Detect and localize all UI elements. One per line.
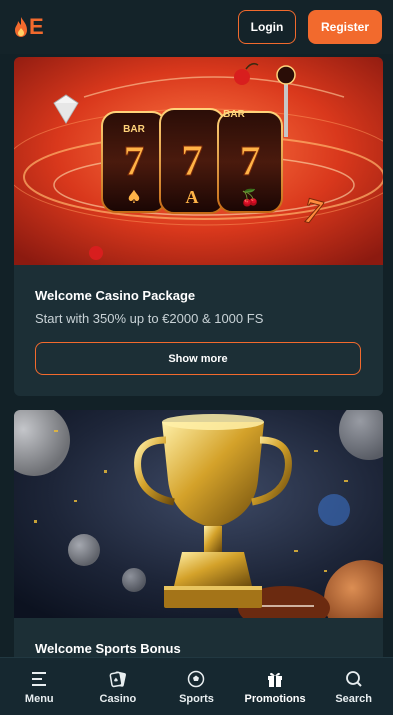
nav-menu[interactable]: Menu — [4, 669, 74, 705]
nav-sports[interactable]: Sports — [161, 669, 231, 705]
bottom-navigation: Menu ♠ Casino Sports Promotions Search — [0, 657, 393, 715]
svg-text:BAR: BAR — [123, 124, 145, 135]
search-icon — [344, 669, 364, 689]
promo-card-sports: Welcome Sports Bonus — [14, 410, 383, 690]
flame-logo-icon — [15, 17, 27, 37]
soccer-ball-icon — [186, 669, 206, 689]
top-header: E Login Register — [0, 0, 393, 54]
sports-promo-body: Welcome Sports Bonus — [14, 618, 383, 656]
nav-label: Casino — [99, 692, 137, 705]
slot-machine-illustration: BAR BAR 7 7 7 ♠ A 🍒 7 — [14, 57, 383, 265]
svg-text:A: A — [186, 187, 199, 207]
show-more-button[interactable]: Show more — [35, 342, 361, 375]
nav-promotions[interactable]: Promotions — [240, 669, 310, 705]
app-root: E Login Register BAR BAR 7 7 7 ♠ A 🍒 7 W… — [0, 0, 393, 715]
sports-promo-image — [14, 410, 383, 618]
promo-card-casino: BAR BAR 7 7 7 ♠ A 🍒 7 Welcome Casino Pac… — [14, 57, 383, 396]
svg-text:7: 7 — [240, 139, 261, 185]
nav-search[interactable]: Search — [319, 669, 389, 705]
casino-promo-body: Welcome Casino Package Start with 350% u… — [14, 265, 383, 375]
svg-text:BAR: BAR — [223, 109, 245, 120]
register-button[interactable]: Register — [308, 10, 382, 44]
svg-text:♠: ♠ — [113, 677, 118, 684]
svg-text:7: 7 — [181, 136, 203, 185]
svg-text:🍒: 🍒 — [240, 188, 260, 207]
nav-casino[interactable]: ♠ Casino — [83, 669, 153, 705]
promo-title: Welcome Sports Bonus — [35, 641, 181, 656]
gift-icon — [265, 669, 285, 689]
menu-icon — [29, 669, 49, 689]
login-button[interactable]: Login — [238, 10, 296, 44]
nav-label: Menu — [24, 692, 54, 705]
nav-label: Promotions — [244, 692, 306, 705]
svg-text:7: 7 — [124, 139, 145, 185]
site-logo[interactable]: E — [14, 14, 44, 40]
promo-subtitle: Start with 350% up to €2000 & 1000 FS — [35, 311, 264, 326]
svg-text:♠: ♠ — [126, 187, 142, 208]
header-actions: Login Register — [238, 10, 382, 44]
logo-letter: E — [29, 14, 44, 39]
trophy-illustration — [14, 410, 383, 618]
nav-label: Search — [335, 692, 373, 705]
casino-promo-image: BAR BAR 7 7 7 ♠ A 🍒 7 — [14, 57, 383, 265]
promo-title: Welcome Casino Package — [35, 288, 196, 303]
nav-label: Sports — [179, 692, 214, 705]
casino-icon: ♠ — [108, 669, 128, 689]
